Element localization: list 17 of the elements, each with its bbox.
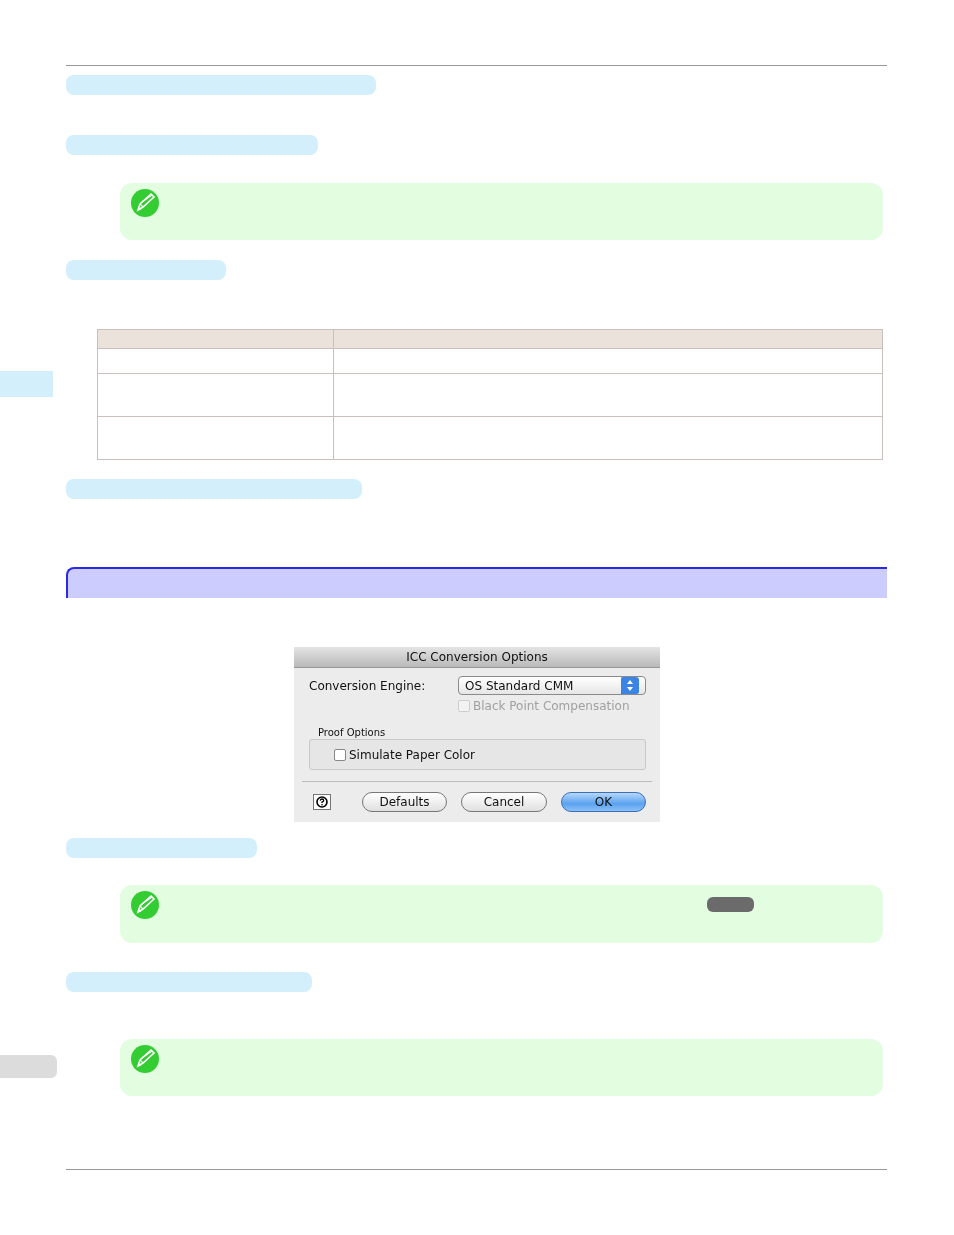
field-label: Conversion Engine: [309, 678, 426, 693]
dialog-button[interactable]: Cancel [461, 792, 547, 812]
group-label: Proof Options [318, 727, 387, 738]
pencil-icon [131, 891, 159, 919]
key-badge [707, 897, 754, 912]
checkbox-label: Black Point Compensation [473, 699, 630, 713]
dropdown[interactable]: OS Standard CMM [458, 676, 646, 695]
dialog-button[interactable]: OK [561, 792, 646, 812]
question-icon [316, 796, 328, 808]
checkbox[interactable] [334, 748, 346, 761]
dialog-button[interactable]: Defaults [362, 792, 447, 812]
pencil-icon [131, 189, 159, 217]
help-button[interactable] [313, 794, 331, 810]
stepper-arrows-icon [621, 677, 639, 694]
dialog-title: ICC Conversion Options [406, 650, 548, 664]
checkbox-label: Simulate Paper Color [349, 747, 475, 762]
pencil-icon [131, 1045, 159, 1073]
